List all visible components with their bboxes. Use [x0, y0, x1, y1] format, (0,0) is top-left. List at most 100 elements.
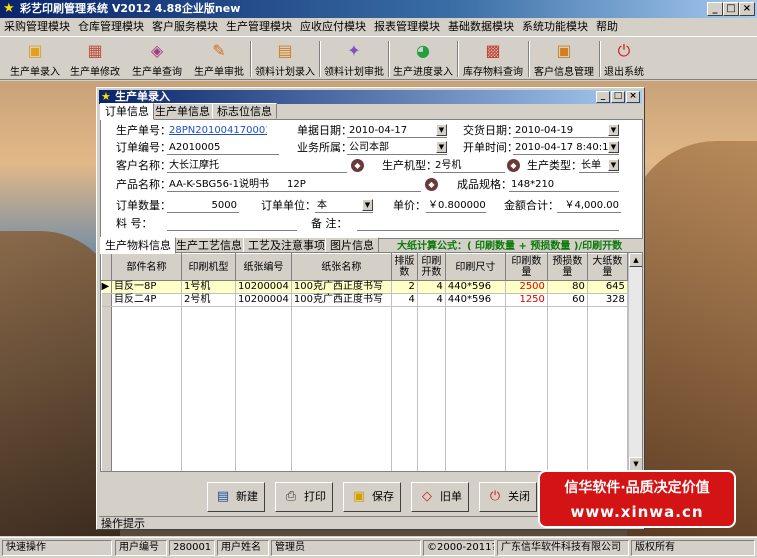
- child-minimize-button[interactable]: _: [596, 91, 610, 103]
- col-paper-no[interactable]: 纸张编号: [235, 253, 292, 281]
- scroll-up-icon[interactable]: ▲: [629, 253, 642, 267]
- toolbar-prod-entry-button[interactable]: ▣ 生产单录入: [6, 39, 64, 79]
- toolbar-separator: [319, 41, 321, 77]
- menu-reports[interactable]: 报表管理模块: [370, 18, 444, 36]
- tab-order-info[interactable]: 订单信息: [100, 103, 154, 120]
- dept-label: 业务所属：: [297, 141, 352, 154]
- machine-pick-icon[interactable]: ◆: [507, 159, 520, 172]
- open-time-field[interactable]: 2010-04-17 8:40:19 ▼: [513, 141, 619, 155]
- col-machine[interactable]: 印刷机型: [181, 253, 236, 281]
- menu-base-data[interactable]: 基础数据模块: [444, 18, 518, 36]
- menu-purchase[interactable]: 采购管理模块: [0, 18, 74, 36]
- printer-icon: ⎙: [285, 489, 297, 504]
- app-title-bar: ★ 彩艺印刷管理系统 V2012 4.88企业版new _ □ ×: [0, 0, 757, 18]
- table-row[interactable]: 目反二4P 2号机 10200004 100克广西正度书写 4 4 440*59…: [101, 293, 628, 307]
- toolbar-separator: [250, 41, 252, 77]
- total-field: ￥4,000.00: [557, 199, 621, 213]
- toolbar-material-plan-button[interactable]: ▤ 领料计划录入: [253, 39, 317, 79]
- col-part-name[interactable]: 部件名称: [111, 253, 182, 281]
- customer-field[interactable]: 大长江摩托: [167, 159, 347, 173]
- tab-material-info[interactable]: 生产物料信息: [100, 237, 176, 254]
- col-print-qty[interactable]: 印刷数量: [504, 253, 548, 281]
- spec-field[interactable]: 148*210: [509, 178, 619, 192]
- child-close-button[interactable]: ×: [626, 91, 640, 103]
- tab-production-info[interactable]: 生产单信息: [150, 103, 215, 119]
- prod-no-link[interactable]: 28PN201004170001: [167, 124, 267, 138]
- prod-type-select[interactable]: 长单 ▼: [579, 159, 619, 173]
- grid-scrollbar[interactable]: ▲ ▼: [628, 253, 642, 471]
- scroll-down-icon[interactable]: ▼: [629, 457, 642, 471]
- menu-production[interactable]: 生产管理模块: [222, 18, 296, 36]
- menu-bar: 采购管理模块 仓库管理模块 客户服务模块 生产管理模块 应收应付模块 报表管理模块 基础数据…: [0, 18, 757, 36]
- remark-field[interactable]: [357, 217, 619, 231]
- qty-field[interactable]: 5000: [167, 199, 239, 213]
- unit-select[interactable]: 本 ▼: [315, 199, 373, 213]
- product-pick-icon[interactable]: ◆: [425, 178, 438, 191]
- menu-warehouse[interactable]: 仓库管理模块: [74, 18, 148, 36]
- qty-label: 订单数量：: [116, 199, 171, 212]
- machine-field[interactable]: 2号机: [433, 159, 505, 173]
- print-button[interactable]: ⎙ 打印: [275, 482, 333, 512]
- toolbar-separator: [388, 41, 390, 77]
- order-no-field[interactable]: A2010005: [167, 141, 279, 155]
- chevron-down-icon[interactable]: ▼: [362, 199, 373, 211]
- open-time-label: 开单时间：: [463, 141, 518, 154]
- col-print-size[interactable]: 印刷尺寸: [444, 253, 506, 281]
- chevron-down-icon[interactable]: ▼: [436, 141, 447, 153]
- status-quick-op[interactable]: 快速操作: [2, 540, 112, 556]
- chevron-down-icon[interactable]: ▼: [608, 124, 619, 136]
- dept-select[interactable]: 公司本部 ▼: [347, 141, 447, 155]
- col-loss-qty[interactable]: 预损数量: [546, 253, 588, 281]
- minimize-button[interactable]: _: [707, 2, 723, 16]
- chevron-down-icon[interactable]: ▼: [608, 141, 619, 153]
- child-maximize-button[interactable]: □: [611, 91, 625, 103]
- chevron-down-icon[interactable]: ▼: [436, 124, 447, 136]
- material-approve-icon: ✦: [347, 41, 361, 60]
- customer-pick-icon[interactable]: ◆: [351, 159, 364, 172]
- tab-flag-info[interactable]: 标志位信息: [212, 103, 277, 119]
- col-paper-qty[interactable]: 大纸数量: [586, 253, 628, 281]
- material-plan-icon: ▤: [277, 41, 293, 60]
- total-label: 金额合计：: [504, 199, 559, 212]
- old-order-button[interactable]: ◇ 旧单: [411, 482, 469, 512]
- col-paper-name[interactable]: 纸张名称: [290, 253, 392, 281]
- approve-icon: ✎: [212, 41, 226, 60]
- toolbar-material-approve-button[interactable]: ✦ 领料计划审批: [322, 39, 386, 79]
- toolbar-prod-approve-button[interactable]: ✎ 生产单审批: [190, 39, 248, 79]
- tab-notes[interactable]: 工艺及注意事项: [243, 237, 330, 253]
- progress-icon: ◕: [416, 41, 430, 60]
- menu-system[interactable]: 系统功能模块: [518, 18, 592, 36]
- app-logo-icon: ★: [3, 1, 15, 16]
- menu-help[interactable]: 帮助: [592, 18, 622, 36]
- prod-no-label: 生产单号：: [116, 124, 171, 137]
- product-field[interactable]: AA-K-SBG56-1说明书 12P: [167, 178, 421, 192]
- menu-customer-service[interactable]: 客户服务模块: [148, 18, 222, 36]
- delivery-date-field[interactable]: 2010-04-19 ▼: [513, 124, 619, 138]
- close-window-button[interactable]: ×: [739, 2, 755, 16]
- new-button[interactable]: ▤ 新建: [207, 482, 265, 512]
- col-layout-count[interactable]: 排版数: [390, 253, 418, 281]
- chevron-down-icon[interactable]: ▼: [608, 159, 619, 171]
- toolbar-prod-edit-button[interactable]: ▦ 生产单修改: [66, 39, 124, 79]
- toolbar-prod-query-button[interactable]: ◈ 生产单查询: [128, 39, 186, 79]
- doc-date-field[interactable]: 2010-04-17 ▼: [347, 124, 447, 138]
- tab-images[interactable]: 图片信息: [325, 237, 379, 253]
- toolbar-customer-button[interactable]: ▣ 客户信息管理: [531, 39, 597, 79]
- vendor-ad-banner: 信华软件·品质决定价值 www.xinwa.cn: [538, 470, 736, 528]
- save-icon: ▣: [352, 489, 366, 504]
- save-button[interactable]: ▣ 保存: [343, 482, 401, 512]
- toolbar-stock-query-button[interactable]: ▩ 库存物料查询: [460, 39, 526, 79]
- material-field[interactable]: [167, 217, 297, 231]
- prod-type-label: 生产类型：: [527, 159, 582, 172]
- col-print-fold[interactable]: 印刷开数: [416, 253, 446, 281]
- toolbar-progress-button[interactable]: ◕ 生产进度录入: [391, 39, 455, 79]
- toolbar: ▣ 生产单录入 ▦ 生产单修改 ◈ 生产单查询 ✎ 生产单审批 ▤ 领料计划录入 ✦ 领料计…: [0, 36, 757, 80]
- toolbar-exit-button[interactable]: ⏻ 退出系统: [602, 39, 646, 79]
- close-button[interactable]: ⏻ 关闭: [479, 482, 537, 512]
- table-row[interactable]: ▶ 目反一8P 1号机 10200004 100克广西正度书写 2 4 440*…: [101, 280, 628, 294]
- tab-process-info[interactable]: 生产工艺信息: [171, 237, 247, 253]
- paper-formula-text: 大纸计算公式：( 印刷数量 + 预损数量 )/印刷开数: [397, 241, 623, 252]
- price-field[interactable]: ￥0.800000: [426, 199, 486, 213]
- menu-receivable[interactable]: 应收应付模块: [296, 18, 370, 36]
- maximize-button[interactable]: □: [723, 2, 739, 16]
